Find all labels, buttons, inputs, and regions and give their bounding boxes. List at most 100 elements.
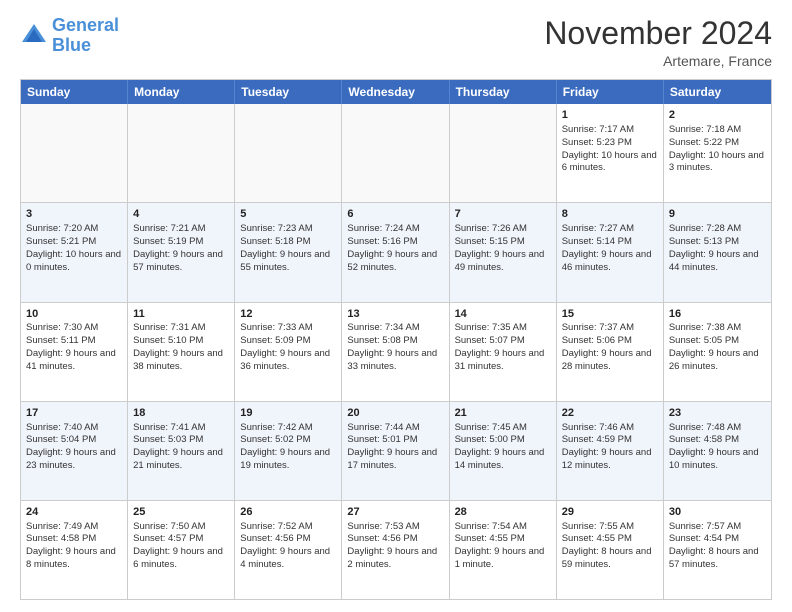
sunrise: Sunrise: 7:46 AM [562,422,634,433]
header-sunday: Sunday [21,80,128,104]
day-number: 5 [240,207,336,222]
calendar-cell: 29Sunrise: 7:55 AMSunset: 4:55 PMDayligh… [557,501,664,599]
calendar-row-3: 10Sunrise: 7:30 AMSunset: 5:11 PMDayligh… [21,302,771,401]
sunset: Sunset: 4:57 PM [133,533,203,544]
calendar-cell: 18Sunrise: 7:41 AMSunset: 5:03 PMDayligh… [128,402,235,500]
calendar-cell [235,104,342,202]
sunset: Sunset: 5:04 PM [26,434,96,445]
sunrise: Sunrise: 7:31 AM [133,322,205,333]
day-number: 9 [669,207,766,222]
sunset: Sunset: 5:06 PM [562,335,632,346]
page: General Blue November 2024 Artemare, Fra… [0,0,792,612]
sunset: Sunset: 4:56 PM [347,533,417,544]
daylight: Daylight: 9 hours and 44 minutes. [669,249,759,273]
day-number: 17 [26,406,122,421]
day-number: 23 [669,406,766,421]
calendar-cell: 14Sunrise: 7:35 AMSunset: 5:07 PMDayligh… [450,303,557,401]
sunrise: Sunrise: 7:18 AM [669,124,741,135]
daylight: Daylight: 9 hours and 33 minutes. [347,348,437,372]
sunset: Sunset: 5:00 PM [455,434,525,445]
daylight: Daylight: 9 hours and 55 minutes. [240,249,330,273]
calendar-cell [21,104,128,202]
sunset: Sunset: 5:08 PM [347,335,417,346]
calendar-cell: 12Sunrise: 7:33 AMSunset: 5:09 PMDayligh… [235,303,342,401]
day-number: 20 [347,406,443,421]
calendar-cell: 24Sunrise: 7:49 AMSunset: 4:58 PMDayligh… [21,501,128,599]
sunset: Sunset: 5:09 PM [240,335,310,346]
logo: General Blue [20,16,119,56]
daylight: Daylight: 8 hours and 59 minutes. [562,546,652,570]
sunset: Sunset: 5:22 PM [669,137,739,148]
sunrise: Sunrise: 7:52 AM [240,521,312,532]
daylight: Daylight: 9 hours and 23 minutes. [26,447,116,471]
calendar-cell: 5Sunrise: 7:23 AMSunset: 5:18 PMDaylight… [235,203,342,301]
calendar-cell: 3Sunrise: 7:20 AMSunset: 5:21 PMDaylight… [21,203,128,301]
sunset: Sunset: 5:19 PM [133,236,203,247]
daylight: Daylight: 8 hours and 57 minutes. [669,546,759,570]
calendar-body: 1Sunrise: 7:17 AMSunset: 5:23 PMDaylight… [21,104,771,599]
sunrise: Sunrise: 7:41 AM [133,422,205,433]
sunrise: Sunrise: 7:44 AM [347,422,419,433]
sunset: Sunset: 4:54 PM [669,533,739,544]
logo-line2: Blue [52,35,91,55]
sunset: Sunset: 5:11 PM [26,335,96,346]
logo-line1: General [52,15,119,35]
sunset: Sunset: 4:55 PM [562,533,632,544]
month-title: November 2024 [544,16,772,51]
sunset: Sunset: 4:59 PM [562,434,632,445]
daylight: Daylight: 9 hours and 49 minutes. [455,249,545,273]
day-number: 7 [455,207,551,222]
sunrise: Sunrise: 7:37 AM [562,322,634,333]
sunset: Sunset: 5:02 PM [240,434,310,445]
day-number: 4 [133,207,229,222]
calendar-cell: 11Sunrise: 7:31 AMSunset: 5:10 PMDayligh… [128,303,235,401]
sunrise: Sunrise: 7:57 AM [669,521,741,532]
sunrise: Sunrise: 7:48 AM [669,422,741,433]
daylight: Daylight: 9 hours and 21 minutes. [133,447,223,471]
sunrise: Sunrise: 7:38 AM [669,322,741,333]
daylight: Daylight: 9 hours and 12 minutes. [562,447,652,471]
sunrise: Sunrise: 7:28 AM [669,223,741,234]
sunrise: Sunrise: 7:45 AM [455,422,527,433]
calendar: Sunday Monday Tuesday Wednesday Thursday… [20,79,772,600]
sunset: Sunset: 5:15 PM [455,236,525,247]
day-number: 1 [562,108,658,123]
day-number: 15 [562,307,658,322]
day-number: 12 [240,307,336,322]
daylight: Daylight: 9 hours and 46 minutes. [562,249,652,273]
daylight: Daylight: 9 hours and 26 minutes. [669,348,759,372]
sunrise: Sunrise: 7:35 AM [455,322,527,333]
calendar-cell: 7Sunrise: 7:26 AMSunset: 5:15 PMDaylight… [450,203,557,301]
calendar-row-1: 1Sunrise: 7:17 AMSunset: 5:23 PMDaylight… [21,104,771,202]
daylight: Daylight: 9 hours and 10 minutes. [669,447,759,471]
sunrise: Sunrise: 7:20 AM [26,223,98,234]
day-number: 13 [347,307,443,322]
logo-icon [20,22,48,50]
calendar-cell: 8Sunrise: 7:27 AMSunset: 5:14 PMDaylight… [557,203,664,301]
calendar-cell: 30Sunrise: 7:57 AMSunset: 4:54 PM Dayligh… [664,501,771,599]
calendar-cell [128,104,235,202]
day-number: 30 [669,505,766,520]
calendar-cell: 2Sunrise: 7:18 AMSunset: 5:22 PMDaylight… [664,104,771,202]
daylight: Daylight: 9 hours and 57 minutes. [133,249,223,273]
sunset: Sunset: 5:07 PM [455,335,525,346]
sunrise: Sunrise: 7:27 AM [562,223,634,234]
sunset: Sunset: 5:05 PM [669,335,739,346]
sunrise: Sunrise: 7:23 AM [240,223,312,234]
calendar-cell: 1Sunrise: 7:17 AMSunset: 5:23 PMDaylight… [557,104,664,202]
calendar-row-2: 3Sunrise: 7:20 AMSunset: 5:21 PMDaylight… [21,202,771,301]
sunrise: Sunrise: 7:24 AM [347,223,419,234]
daylight: Daylight: 9 hours and 6 minutes. [133,546,223,570]
calendar-cell: 19Sunrise: 7:42 AMSunset: 5:02 PMDayligh… [235,402,342,500]
sunset: Sunset: 5:16 PM [347,236,417,247]
sunrise: Sunrise: 7:54 AM [455,521,527,532]
day-number: 18 [133,406,229,421]
daylight: Daylight: 9 hours and 38 minutes. [133,348,223,372]
day-number: 19 [240,406,336,421]
daylight: Daylight: 10 hours and 0 minutes. [26,249,121,273]
sunrise: Sunrise: 7:21 AM [133,223,205,234]
title-area: November 2024 Artemare, France [544,16,772,69]
calendar-cell: 9Sunrise: 7:28 AMSunset: 5:13 PMDaylight… [664,203,771,301]
calendar-cell: 20Sunrise: 7:44 AMSunset: 5:01 PMDayligh… [342,402,449,500]
day-number: 26 [240,505,336,520]
